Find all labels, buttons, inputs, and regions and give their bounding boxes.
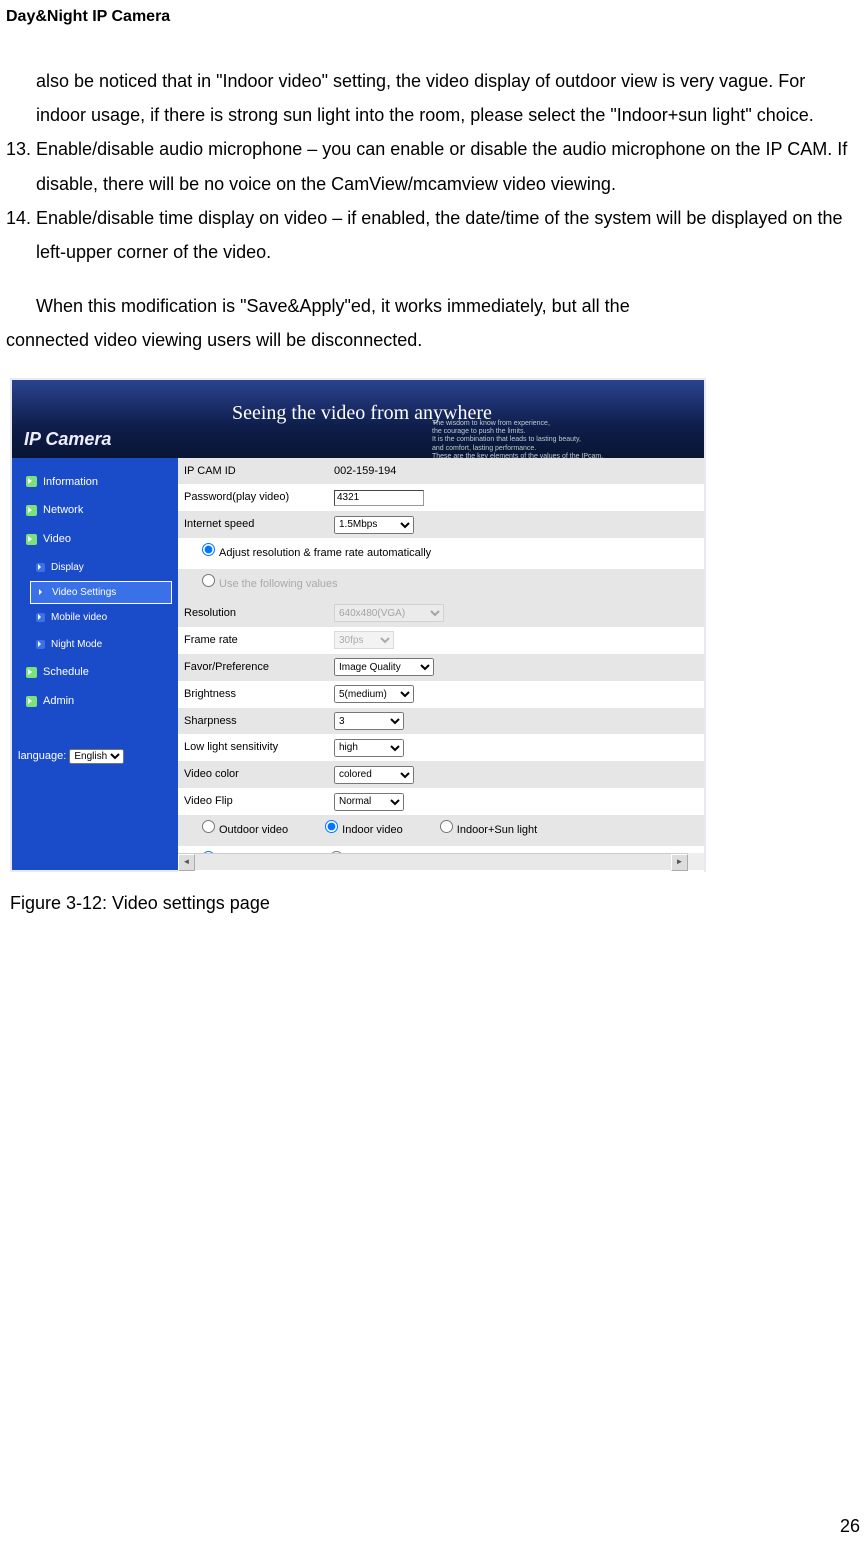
sidebar-item-information[interactable]: Information [12, 468, 178, 497]
scroll-right-icon[interactable]: ► [671, 854, 688, 871]
sidebar-item-night-mode[interactable]: Night Mode [12, 631, 178, 658]
internet-speed-label: Internet speed [178, 511, 328, 538]
auto-adjust-label: Adjust resolution & frame rate automatic… [219, 547, 431, 559]
brightness-label: Brightness [178, 681, 328, 708]
arrow-icon [26, 696, 37, 707]
sidebar-item-label: Admin [43, 691, 74, 712]
body-content: also be noticed that in "Indoor video" s… [0, 26, 864, 920]
horizontal-scrollbar[interactable]: ◄ ► [178, 853, 688, 870]
page-number: 26 [840, 1516, 860, 1537]
list-item-14: 14. Enable/disable time display on video… [36, 201, 858, 269]
banner: IP Camera Seeing the video from anywhere… [12, 380, 704, 458]
note-paragraph-line2: connected video viewing users will be di… [6, 323, 858, 357]
lowlight-label: Low light sensitivity [178, 734, 328, 761]
logo: IP Camera [24, 422, 111, 456]
sidebar-item-label: Schedule [43, 662, 89, 683]
note-paragraph-line1: When this modification is "Save&Apply"ed… [6, 289, 858, 323]
sidebar-item-video-settings[interactable]: Video Settings [30, 581, 172, 604]
outdoor-label: Outdoor video [219, 824, 288, 836]
password-label: Password(play video) [178, 484, 328, 511]
videocolor-label: Video color [178, 761, 328, 788]
favor-select[interactable]: Image Quality [334, 658, 434, 676]
framerate-select: 30fps [334, 631, 394, 649]
favor-label: Favor/Preference [178, 654, 328, 681]
sidebar-item-label: Information [43, 472, 98, 493]
sidebar-item-label: Network [43, 500, 83, 521]
indoor-label: Indoor video [342, 824, 403, 836]
language-label: language: [18, 750, 66, 762]
arrow-icon [26, 534, 37, 545]
ip-cam-id-label: IP CAM ID [178, 458, 328, 485]
banner-smalltext: The wisdom to know from experience,the c… [432, 420, 603, 458]
internet-speed-select[interactable]: 1.5Mbps [334, 516, 414, 534]
list-item-13: 13. Enable/disable audio microphone – yo… [36, 132, 858, 200]
resolution-select: 640x480(VGA) [334, 604, 444, 622]
sidebar-item-video[interactable]: Video [12, 525, 178, 554]
use-following-radio[interactable]: Use the following values [196, 578, 338, 590]
sidebar-item-network[interactable]: Network [12, 496, 178, 525]
sidebar: Information Network Video Display Video … [12, 458, 178, 870]
figure-caption: Figure 3-12: Video settings page [10, 886, 858, 920]
lowlight-select[interactable]: high [334, 739, 404, 757]
sidebar-item-schedule[interactable]: Schedule [12, 658, 178, 687]
sidebar-item-label: Display [51, 558, 84, 577]
screenshot-video-settings: IP Camera Seeing the video from anywhere… [10, 378, 706, 872]
scroll-left-icon[interactable]: ◄ [178, 854, 195, 871]
brightness-select[interactable]: 5(medium) [334, 685, 414, 703]
paragraph-12-tail: also be noticed that in "Indoor video" s… [36, 64, 858, 132]
ip-cam-id-value: 002-159-194 [328, 458, 704, 485]
indoor-video-radio[interactable]: Indoor video [319, 824, 403, 836]
auto-adjust-radio[interactable]: Adjust resolution & frame rate automatic… [196, 547, 431, 559]
arrow-icon [26, 476, 37, 487]
videocolor-select[interactable]: colored [334, 766, 414, 784]
language-selector: language: English [12, 746, 178, 767]
indoor-sun-label: Indoor+Sun light [457, 824, 537, 836]
use-following-label: Use the following values [219, 578, 338, 590]
sidebar-item-label: Video Settings [52, 583, 116, 602]
sidebar-item-display[interactable]: Display [12, 554, 178, 581]
arrow-icon [36, 563, 45, 572]
arrow-icon [26, 667, 37, 678]
arrow-icon [37, 588, 46, 597]
sidebar-item-mobile-video[interactable]: Mobile video [12, 604, 178, 631]
password-input[interactable] [334, 490, 424, 506]
scrollbar-corner [688, 853, 704, 870]
outdoor-video-radio[interactable]: Outdoor video [196, 824, 288, 836]
settings-table: IP CAM ID002-159-194 Password(play video… [178, 458, 704, 877]
videoflip-select[interactable]: Normal [334, 793, 404, 811]
page-header: Day&Night IP Camera [0, 0, 864, 26]
sidebar-item-label: Video [43, 529, 71, 550]
sidebar-item-admin[interactable]: Admin [12, 687, 178, 716]
arrow-icon [36, 613, 45, 622]
resolution-label: Resolution [178, 600, 328, 627]
videoflip-label: Video Flip [178, 788, 328, 815]
main-panel: IP CAM ID002-159-194 Password(play video… [178, 458, 704, 870]
indoor-sun-radio[interactable]: Indoor+Sun light [434, 824, 537, 836]
sidebar-item-label: Mobile video [51, 608, 107, 627]
framerate-label: Frame rate [178, 627, 328, 654]
arrow-icon [36, 640, 45, 649]
arrow-icon [26, 505, 37, 516]
sharpness-label: Sharpness [178, 708, 328, 735]
sharpness-select[interactable]: 3 [334, 712, 404, 730]
sidebar-item-label: Night Mode [51, 635, 102, 654]
language-select[interactable]: English [69, 749, 124, 764]
